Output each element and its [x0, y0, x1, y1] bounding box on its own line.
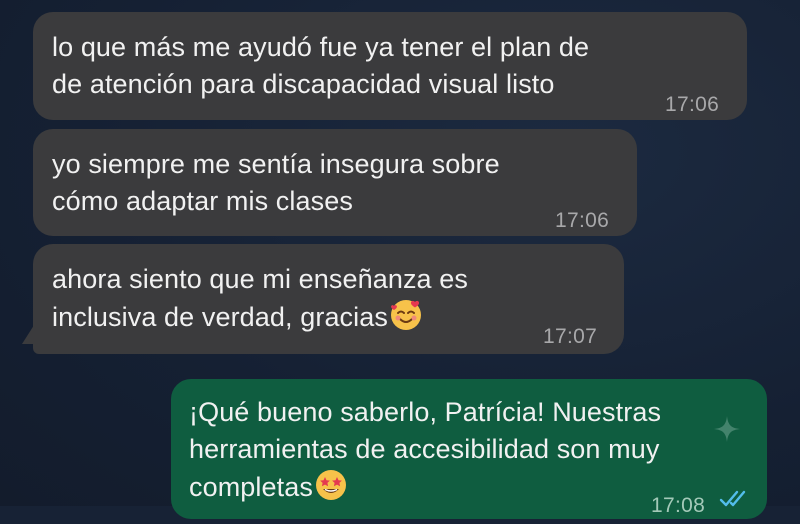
sparkle-icon	[714, 416, 740, 442]
message-bubble-incoming[interactable]: yo siempre me sentía insegura sobre cómo…	[33, 129, 637, 236]
read-double-check-icon	[719, 490, 746, 507]
message-bubble-incoming[interactable]: lo que más me ayudó fue ya tener el plan…	[33, 12, 747, 120]
message-text-content: ¡Qué bueno saberlo, Patrícia! Nuestras h…	[189, 397, 662, 502]
smiling-face-with-hearts-icon	[390, 300, 421, 330]
message-text: lo que más me ayudó fue ya tener el plan…	[52, 32, 590, 99]
message-timestamp: 17:06	[665, 93, 720, 116]
star-struck-icon	[315, 470, 346, 500]
chat-thread[interactable]: lo que más me ayudó fue ya tener el plan…	[0, 0, 800, 519]
message-timestamp: 17:06	[555, 209, 610, 232]
message-timestamp: 17:07	[543, 325, 598, 348]
message-bubble-incoming[interactable]: ahora siento que mi enseñanza es inclusi…	[33, 244, 624, 354]
message-bubble-outgoing[interactable]: ¡Qué bueno saberlo, Patrícia! Nuestras h…	[171, 379, 767, 519]
message-text: yo siempre me sentía insegura sobre cómo…	[52, 149, 500, 216]
message-text: ahora siento que mi enseñanza es inclusi…	[52, 261, 600, 336]
